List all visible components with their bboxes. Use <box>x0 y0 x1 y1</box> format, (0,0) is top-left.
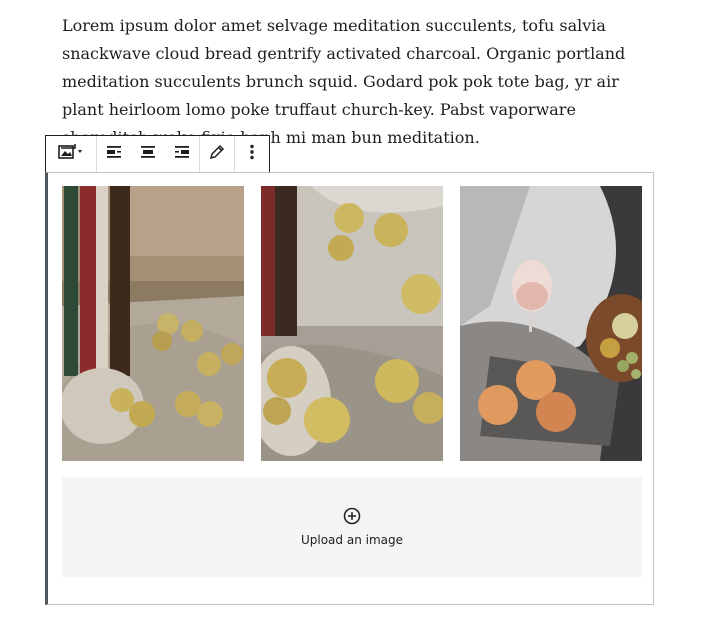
plus-circle-icon <box>343 507 361 525</box>
gallery-image-3[interactable] <box>460 186 642 461</box>
more-options-button[interactable] <box>235 136 269 172</box>
gallery-block-type-icon <box>56 142 86 166</box>
upload-image-button[interactable]: Upload an image <box>62 477 642 577</box>
toolbar-group-block-type <box>45 136 97 172</box>
edit-pencil-icon <box>208 143 226 165</box>
toolbar-group-edit <box>200 136 235 172</box>
align-center-icon <box>139 143 157 165</box>
toolbar-group-alignment <box>97 136 200 172</box>
align-left-icon <box>105 143 123 165</box>
more-options-icon <box>243 143 261 165</box>
toolbar-group-more <box>235 136 269 172</box>
align-left-button[interactable] <box>97 136 131 172</box>
edit-gallery-button[interactable] <box>200 136 234 172</box>
align-right-button[interactable] <box>165 136 199 172</box>
gallery-image-1[interactable] <box>62 186 244 461</box>
block-type-switcher-button[interactable] <box>46 136 96 172</box>
gallery-image-2[interactable] <box>261 186 443 461</box>
upload-label: Upload an image <box>300 533 403 547</box>
align-right-icon <box>173 143 191 165</box>
block-toolbar <box>45 135 270 172</box>
align-center-button[interactable] <box>131 136 165 172</box>
paragraph-block[interactable]: Lorem ipsum dolor amet selvage meditatio… <box>62 12 652 152</box>
gallery-block[interactable]: Upload an image <box>45 172 654 605</box>
